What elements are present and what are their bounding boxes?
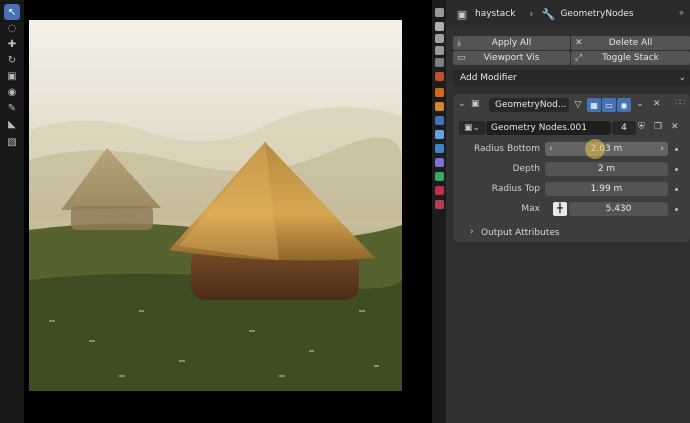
expand-chevron-icon[interactable]: › xyxy=(470,227,474,237)
remove-modifier-icon[interactable]: ✕ xyxy=(653,99,661,109)
keyframe-dot[interactable] xyxy=(675,148,678,151)
depth-label: Depth xyxy=(512,164,540,174)
transform-tool-icon[interactable]: ◉ xyxy=(4,84,20,100)
user-count-badge[interactable]: 4 xyxy=(612,121,636,135)
cage-icon[interactable]: ▦ xyxy=(587,98,601,112)
keyframe-dot[interactable] xyxy=(675,188,678,191)
radius-top-field[interactable]: 1.99 m xyxy=(545,182,668,196)
cursor-tool-icon[interactable]: ◌ xyxy=(4,20,20,36)
data-tab-icon[interactable] xyxy=(435,172,444,181)
scale-tool-icon[interactable]: ▣ xyxy=(4,68,20,84)
render-camera-icon[interactable]: ◉ xyxy=(617,98,631,112)
object-tab-icon[interactable] xyxy=(435,88,444,97)
move-tool-icon[interactable]: ✚ xyxy=(4,36,20,52)
toggle-stack-button[interactable]: ⤢ Toggle Stack xyxy=(571,51,690,65)
decrement-arrow-icon[interactable]: ‹ xyxy=(549,144,553,154)
output-tab-icon[interactable] xyxy=(435,34,444,43)
viewport-vis-button[interactable]: ▭ Viewport Vis xyxy=(453,51,570,65)
fake-user-shield-icon[interactable]: ⛨ xyxy=(638,122,645,132)
breadcrumb-separator-icon: › xyxy=(529,8,534,20)
node-group-name-field[interactable]: Geometry Nodes.001 xyxy=(486,121,611,135)
properties-editor: ▣ haystack › 🔧 GeometryNodes ⌖ ⤓ Apply A… xyxy=(446,0,690,423)
geometry-nodes-modifier-panel: ⌄ ▣ GeometryNod... ▽ ▦ ▭ ◉ ⌄ ✕ ∷∷ ▣⌄ Geo… xyxy=(453,94,690,242)
chevron-down-icon: ⌄ xyxy=(678,73,686,83)
delete-all-button[interactable]: ✕ Delete All xyxy=(571,36,690,50)
max-field[interactable]: 5.430 xyxy=(569,202,668,216)
constraints-tab-icon[interactable] xyxy=(435,158,444,167)
modifier-name-field[interactable]: GeometryNod... xyxy=(489,98,569,112)
dropdown-chevron-icon[interactable]: ⌄ xyxy=(636,99,644,109)
cursor-highlight xyxy=(585,139,605,159)
collection-tab-icon[interactable] xyxy=(435,102,444,111)
node-group-browse-icon[interactable]: ▣⌄ xyxy=(459,121,485,135)
render-tab-icon[interactable] xyxy=(435,22,444,31)
monitor-icon: ▭ xyxy=(457,53,466,63)
add-cube-tool-icon[interactable]: ▧ xyxy=(4,134,20,150)
collapse-chevron-icon[interactable]: ⌄ xyxy=(458,99,466,109)
modifier-breadcrumb: GeometryNodes xyxy=(560,9,634,19)
expand-icon: ⤢ xyxy=(575,53,583,63)
material-tab-icon[interactable] xyxy=(435,186,444,195)
drag-handle-icon[interactable]: ∷∷ xyxy=(675,98,686,108)
particles-tab-icon[interactable] xyxy=(435,130,444,139)
left-toolbar: ↖ ◌ ✚ ↻ ▣ ◉ ✎ ◣ ▧ xyxy=(0,0,24,423)
properties-header: ▣ haystack › 🔧 GeometryNodes ⌖ xyxy=(446,0,690,28)
measure-tool-icon[interactable]: ◣ xyxy=(4,116,20,132)
tool-tab-icon[interactable] xyxy=(435,8,444,17)
apply-all-button[interactable]: ⤓ Apply All xyxy=(453,36,570,50)
scene-tab-icon[interactable] xyxy=(435,58,444,67)
radius-bottom-field[interactable]: ‹ 2.03 m › xyxy=(545,142,668,156)
wrench-icon: 🔧 xyxy=(541,7,556,21)
duplicate-icon[interactable]: ❐ xyxy=(654,122,662,132)
close-icon: ✕ xyxy=(575,38,583,48)
output-attributes-subpanel[interactable]: Output Attributes xyxy=(481,228,560,238)
select-tool-icon[interactable]: ↖ xyxy=(4,4,20,20)
properties-tab-strip xyxy=(432,0,446,423)
radius-top-label: Radius Top xyxy=(491,184,540,194)
view-layer-tab-icon[interactable] xyxy=(435,46,444,55)
add-modifier-dropdown[interactable]: Add Modifier ⌄ xyxy=(453,70,690,86)
haystack-render-illustration xyxy=(29,20,402,391)
attribute-toggle-icon[interactable]: ╋ xyxy=(553,202,567,216)
unlink-icon[interactable]: ✕ xyxy=(671,122,679,132)
keyframe-dot[interactable] xyxy=(675,208,678,211)
physics-tab-icon[interactable] xyxy=(435,144,444,153)
object-icon: ▣ xyxy=(456,7,468,21)
increment-arrow-icon[interactable]: › xyxy=(660,144,664,154)
apply-icon: ⤓ xyxy=(457,38,461,48)
rendered-image xyxy=(29,20,402,391)
rotate-tool-icon[interactable]: ↻ xyxy=(4,52,20,68)
render-viewport[interactable] xyxy=(24,0,432,423)
viewport-display-icon[interactable]: ▭ xyxy=(602,98,616,112)
modifier-tab-icon[interactable] xyxy=(435,116,444,125)
object-name: haystack xyxy=(475,9,516,19)
radius-bottom-label: Radius Bottom xyxy=(473,144,540,154)
keyframe-dot[interactable] xyxy=(675,168,678,171)
texture-tab-icon[interactable] xyxy=(435,200,444,209)
pin-icon[interactable]: ⌖ xyxy=(679,9,684,19)
geometry-nodes-icon: ▣ xyxy=(471,99,480,109)
edit-mode-icon[interactable]: ▽ xyxy=(571,98,585,112)
max-label: Max xyxy=(521,204,540,214)
annotate-tool-icon[interactable]: ✎ xyxy=(4,100,20,116)
depth-field[interactable]: 2 m xyxy=(545,162,668,176)
world-tab-icon[interactable] xyxy=(435,72,444,81)
